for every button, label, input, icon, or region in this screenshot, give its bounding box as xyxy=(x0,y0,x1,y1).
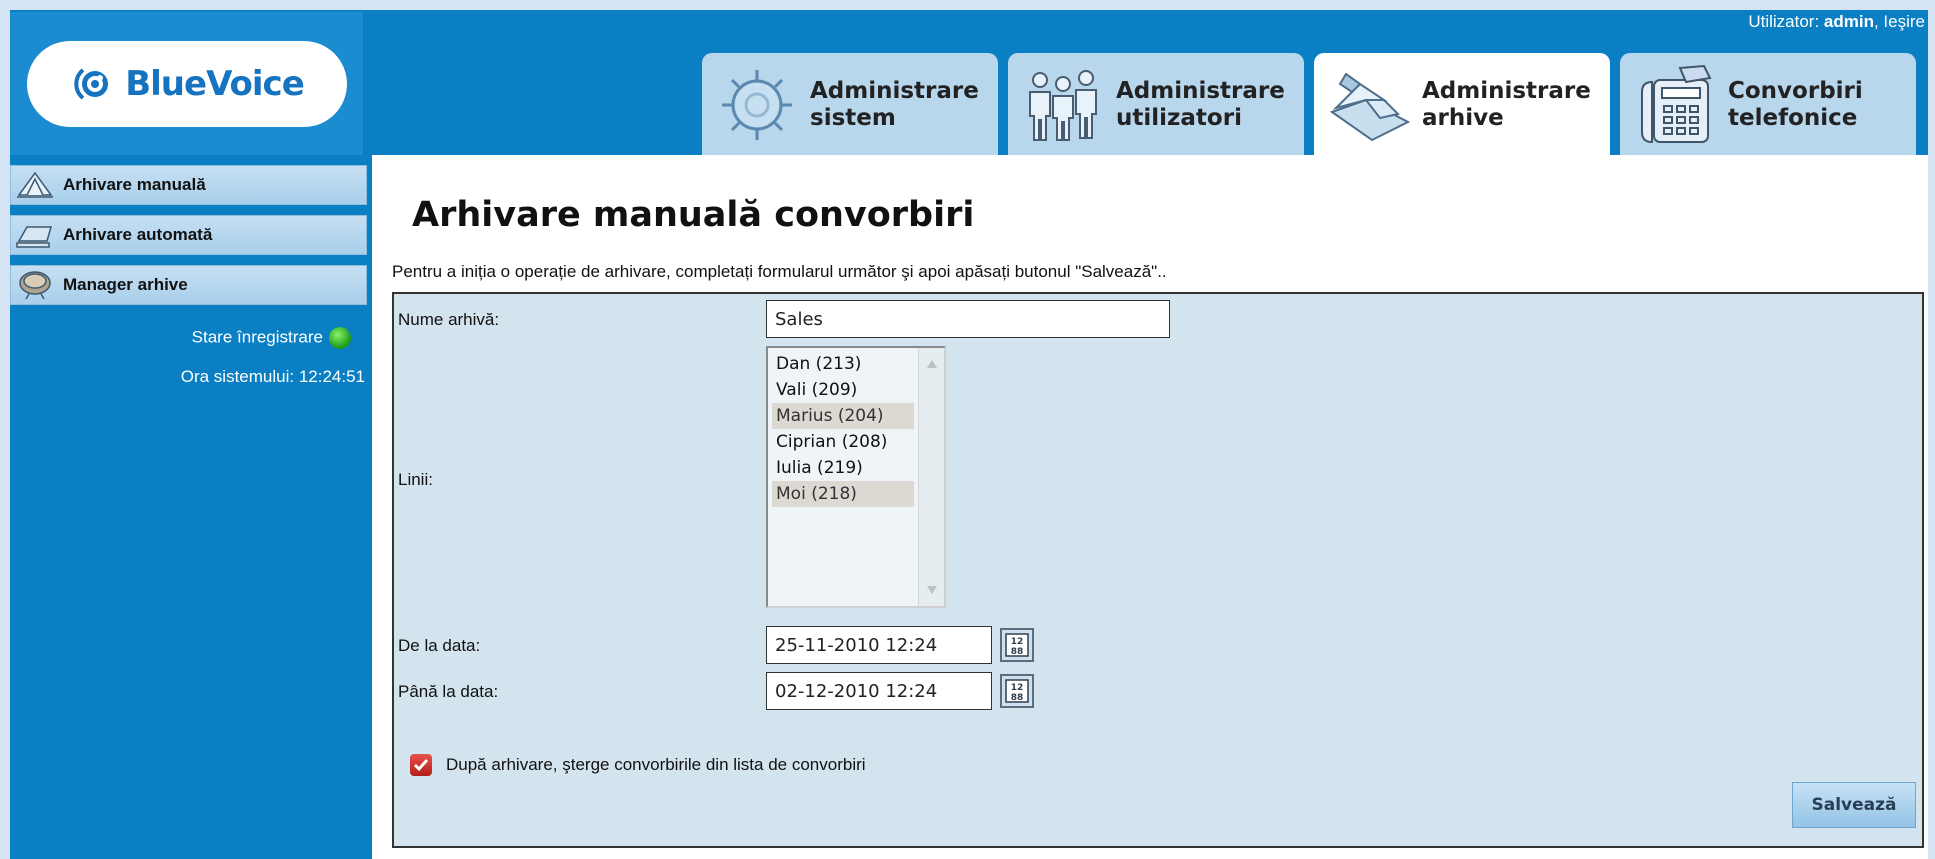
from-date-label: De la data: xyxy=(398,636,481,655)
to-date-input[interactable] xyxy=(766,672,992,710)
logo[interactable]: BlueVoice xyxy=(26,40,347,127)
svg-text:88: 88 xyxy=(1011,647,1024,657)
page-title: Arhivare manuală convorbiri xyxy=(412,195,975,235)
tab-phone-calls-label: Convorbiri telefonice xyxy=(1728,77,1863,131)
lines-scrollbar[interactable] xyxy=(918,348,944,606)
tab-archive-admin[interactable]: Administrare arhive xyxy=(1314,53,1610,156)
sidebar-item-auto-archive[interactable]: Arhivare automată xyxy=(10,215,367,255)
manual-archive-icon xyxy=(17,171,53,198)
lines-label: Linii: xyxy=(398,470,433,489)
list-item[interactable]: Iulia (219) xyxy=(772,455,914,481)
svg-text:12: 12 xyxy=(1011,683,1024,693)
delete-after-label: După arhivare, şterge convorbirile din l… xyxy=(446,755,866,774)
archive-name-input[interactable] xyxy=(766,300,1170,338)
user-name: admin xyxy=(1823,12,1874,31)
archive-manager-icon xyxy=(19,271,51,300)
sidebar-item-archive-manager[interactable]: Manager arhive xyxy=(10,265,367,305)
to-date-label: Până la data: xyxy=(398,682,499,701)
sidebar-item-label: Arhivare manuală xyxy=(63,175,206,194)
gear-icon xyxy=(722,69,792,140)
tab-phone-calls[interactable]: Convorbiri telefonice xyxy=(1620,53,1916,156)
tab-system-admin[interactable]: Administrare sistem xyxy=(702,53,998,156)
sidebar-item-label: Manager arhive xyxy=(63,275,188,294)
logo-text: BlueVoice xyxy=(125,63,305,104)
archive-icon xyxy=(1329,72,1411,141)
system-time: Ora sistemului: 12:24:51 xyxy=(10,367,367,387)
from-date-input[interactable] xyxy=(766,626,992,664)
list-item[interactable]: Vali (209) xyxy=(772,377,914,403)
main-tabs: Administrare sistem Administrare utiliza… xyxy=(702,53,1916,156)
status-led-icon xyxy=(329,327,351,349)
phone-icon xyxy=(1641,64,1712,143)
users-icon xyxy=(1029,69,1097,141)
from-date-calendar-button[interactable]: 12 88 xyxy=(1000,628,1034,662)
scroll-down-icon[interactable] xyxy=(927,586,937,594)
lines-listbox[interactable]: Dan (213) Vali (209) Marius (204) Cipria… xyxy=(766,346,946,608)
logo-disc-icon xyxy=(74,67,109,100)
user-prefix: Utilizator: xyxy=(1748,12,1824,31)
calendar-icon: 12 88 xyxy=(1005,679,1029,703)
system-time-label: Ora sistemului: 12:24:51 xyxy=(180,367,365,386)
user-info: Utilizator: admin, Ieşire xyxy=(1748,12,1925,32)
list-item[interactable]: Moi (218) xyxy=(772,481,914,507)
list-item[interactable]: Marius (204) xyxy=(772,403,914,429)
sidebar-item-manual-archive[interactable]: Arhivare manuală xyxy=(10,165,367,205)
archive-name-label: Nume arhivă: xyxy=(398,310,500,329)
sidebar-item-label: Arhivare automată xyxy=(63,225,213,244)
recording-status-label: Stare înregistrare xyxy=(191,327,323,347)
intro-text: Pentru a iniția o operație de arhivare, … xyxy=(392,262,1167,281)
delete-after-checkbox[interactable] xyxy=(410,754,432,776)
sidebar: Arhivare manuală Arhivare automată Manag… xyxy=(10,165,367,387)
user-separator: , xyxy=(1873,12,1884,31)
main-content: Arhivare manuală convorbiri Pentru a ini… xyxy=(372,155,1928,859)
svg-text:12: 12 xyxy=(1011,637,1024,647)
auto-archive-icon xyxy=(16,226,52,248)
svg-text:88: 88 xyxy=(1011,693,1024,703)
logo-panel: BlueVoice xyxy=(10,12,363,155)
save-button[interactable]: Salvează xyxy=(1792,782,1916,828)
list-item[interactable]: Ciprian (208) xyxy=(772,429,914,455)
recording-status: Stare înregistrare xyxy=(10,327,367,349)
scroll-up-icon[interactable] xyxy=(927,360,937,368)
to-date-calendar-button[interactable]: 12 88 xyxy=(1000,674,1034,708)
tab-users-admin[interactable]: Administrare utilizatori xyxy=(1008,53,1304,156)
archive-form: Nume arhivă: Linii: Dan (213) Vali (209)… xyxy=(392,292,1924,848)
list-item[interactable]: Dan (213) xyxy=(772,351,914,377)
checkmark-icon xyxy=(413,759,429,772)
tab-system-admin-label: Administrare sistem xyxy=(810,77,979,131)
calendar-icon: 12 88 xyxy=(1005,633,1029,657)
logout-link[interactable]: Ieşire xyxy=(1883,12,1925,31)
tab-archive-admin-label: Administrare arhive xyxy=(1422,77,1591,131)
tab-users-admin-label: Administrare utilizatori xyxy=(1116,77,1285,131)
